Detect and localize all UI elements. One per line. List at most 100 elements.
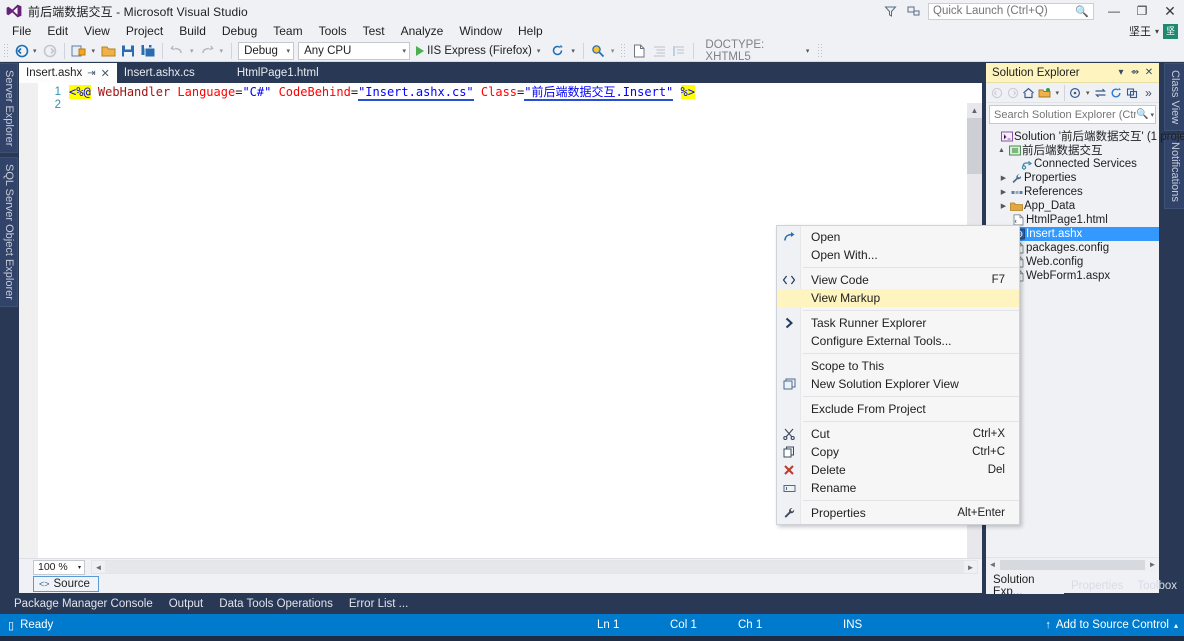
minimize-button[interactable]: —	[1100, 0, 1128, 22]
pending-changes-caret[interactable]: ▾	[1056, 89, 1060, 97]
context-menu-item-delete[interactable]: Delete Del	[777, 461, 1019, 479]
menu-project[interactable]: Project	[118, 22, 171, 40]
context-menu-item-view-markup[interactable]: View Markup	[777, 289, 1019, 307]
save-all-icon[interactable]	[138, 41, 158, 61]
configuration-combo[interactable]: Debug ▾	[238, 41, 295, 60]
toolbar-grip-2[interactable]	[620, 42, 628, 59]
sync-icon[interactable]	[1093, 84, 1108, 101]
source-view-button[interactable]: <> Source	[33, 576, 99, 592]
tab-package-manager-console[interactable]: Package Manager Console	[6, 594, 161, 614]
twisty-collapsed[interactable]: ▶	[998, 188, 1009, 196]
context-menu-item-cut[interactable]: Cut Ctrl+X	[777, 425, 1019, 443]
start-debug-button[interactable]: IIS Express (Firefox) ▾	[412, 45, 544, 57]
tab-output[interactable]: Output	[161, 594, 212, 614]
refresh-caret[interactable]: ▾	[571, 47, 575, 55]
back-icon[interactable]	[989, 84, 1004, 101]
pending-changes-icon[interactable]	[1037, 84, 1052, 101]
menu-analyze[interactable]: Analyze	[393, 22, 452, 40]
menu-tools[interactable]: Tools	[311, 22, 355, 40]
context-menu-item-exclude-from-project[interactable]: Exclude From Project	[777, 400, 1019, 418]
context-menu-item-open[interactable]: Open	[777, 228, 1019, 246]
pin-icon[interactable]: ⇥	[87, 68, 95, 79]
comment-icon[interactable]	[669, 41, 689, 61]
solution-search-box[interactable]: 🔍 ▾	[989, 105, 1156, 124]
context-menu-item-properties[interactable]: Properties Alt+Enter	[777, 504, 1019, 522]
tree-node-connected-services[interactable]: Connected Services	[986, 157, 1159, 171]
open-file-icon[interactable]	[98, 41, 118, 61]
menu-test[interactable]: Test	[355, 22, 393, 40]
chevron-down-icon[interactable]: ▾	[403, 47, 407, 55]
toolbar-grip-3[interactable]	[817, 42, 825, 59]
new-file-icon[interactable]	[629, 41, 649, 61]
chevron-down-icon[interactable]: ▾	[78, 564, 81, 571]
tab-data-tools-operations[interactable]: Data Tools Operations	[211, 594, 341, 614]
zoom-select[interactable]: 100 % ▾	[33, 559, 85, 575]
new-project-icon[interactable]	[69, 41, 89, 61]
overflow-icon[interactable]: »	[1141, 84, 1156, 101]
send-feedback-icon[interactable]	[902, 0, 926, 22]
add-to-source-control-button[interactable]: ↑ Add to Source Control ▴	[1045, 619, 1178, 631]
tree-node-solution[interactable]: Solution '前后端数据交互' (1 proje	[986, 129, 1184, 143]
format-indent-icon[interactable]	[649, 41, 669, 61]
quick-launch-box[interactable]: 🔍	[928, 2, 1094, 20]
tree-node-references[interactable]: ▶ References	[986, 185, 1159, 199]
undo-caret[interactable]: ▾	[190, 47, 194, 55]
solution-explorer-hscroll[interactable]: ◄ ►	[986, 557, 1159, 571]
menu-team[interactable]: Team	[265, 22, 310, 40]
hscroll-left-button[interactable]: ◄	[986, 560, 999, 569]
twisty-expanded[interactable]: ▲	[996, 147, 1007, 154]
find-caret[interactable]: ▾	[611, 47, 615, 55]
context-menu-item-view-code[interactable]: View Code F7	[777, 271, 1019, 289]
menu-build[interactable]: Build	[171, 22, 214, 40]
menu-file[interactable]: File	[4, 22, 39, 40]
chevron-down-icon[interactable]: ▾	[537, 47, 541, 55]
chevron-down-icon[interactable]: ▾	[287, 47, 291, 55]
tab-solution-explorer[interactable]: Solution Exp...	[986, 574, 1064, 598]
sidebar-item-class-view[interactable]: Class View	[1164, 63, 1184, 132]
tree-node-properties[interactable]: ▶ Properties	[986, 171, 1159, 185]
close-icon[interactable]: ✕	[1142, 67, 1156, 78]
hscroll-right-button[interactable]: ►	[964, 563, 977, 572]
editor-horizontal-scrollbar[interactable]: ◄ ►	[91, 560, 978, 574]
restore-button[interactable]: ❐	[1128, 0, 1156, 22]
menu-edit[interactable]: Edit	[39, 22, 76, 40]
context-menu-item-new-solution-explorer-view[interactable]: New Solution Explorer View	[777, 375, 1019, 393]
hscroll-track[interactable]	[1000, 559, 1145, 570]
avatar[interactable]: 坚	[1163, 23, 1178, 39]
chevron-down-icon[interactable]: ▾	[806, 47, 810, 55]
context-menu-item-rename[interactable]: Rename	[777, 479, 1019, 497]
hscroll-track[interactable]	[105, 561, 964, 573]
preview-icon[interactable]	[1068, 84, 1083, 101]
doctype-combo[interactable]: DOCTYPE: XHTML5 ▾	[700, 39, 812, 63]
home-icon[interactable]	[1021, 84, 1036, 101]
preview-caret[interactable]: ▾	[1086, 89, 1090, 97]
sidebar-item-sql-server-object-explorer[interactable]: SQL Server Object Explorer	[0, 157, 18, 308]
account-area[interactable]: 坚王 ▾ 坚	[1129, 22, 1178, 40]
new-project-caret[interactable]: ▾	[92, 47, 96, 55]
refresh-icon[interactable]	[1109, 84, 1124, 101]
toolbar-grip[interactable]	[3, 42, 10, 59]
context-menu-item-open-with[interactable]: Open With...	[777, 246, 1019, 264]
collapse-all-icon[interactable]	[1125, 84, 1140, 101]
menu-window[interactable]: Window	[451, 22, 510, 40]
find-in-files-icon[interactable]	[588, 41, 608, 61]
twisty-collapsed[interactable]: ▶	[998, 174, 1009, 182]
hscroll-left-button[interactable]: ◄	[92, 563, 105, 572]
tab-properties[interactable]: Properties	[1064, 576, 1130, 596]
quick-launch-input[interactable]	[933, 5, 1075, 17]
hscroll-right-button[interactable]: ►	[1146, 560, 1159, 569]
search-options-caret[interactable]: ▾	[1150, 111, 1154, 119]
scroll-up-button[interactable]: ▲	[967, 103, 982, 118]
navigate-forward-icon[interactable]	[40, 41, 60, 61]
chevron-up-icon[interactable]: ▴	[1174, 621, 1178, 630]
navigate-back-caret[interactable]: ▾	[33, 47, 37, 55]
tab-htmlpage1-html[interactable]: HtmlPage1.html	[230, 63, 326, 83]
forward-icon[interactable]	[1005, 84, 1020, 101]
save-icon[interactable]	[118, 41, 138, 61]
twisty-collapsed[interactable]: ▶	[998, 202, 1009, 210]
context-menu-item-copy[interactable]: Copy Ctrl+C	[777, 443, 1019, 461]
platform-combo[interactable]: Any CPU ▾	[298, 41, 411, 60]
tab-insert-ashx-cs[interactable]: Insert.ashx.cs	[117, 63, 202, 83]
feedback-funnel-icon[interactable]	[878, 0, 902, 22]
sidebar-item-server-explorer[interactable]: Server Explorer	[0, 63, 18, 154]
